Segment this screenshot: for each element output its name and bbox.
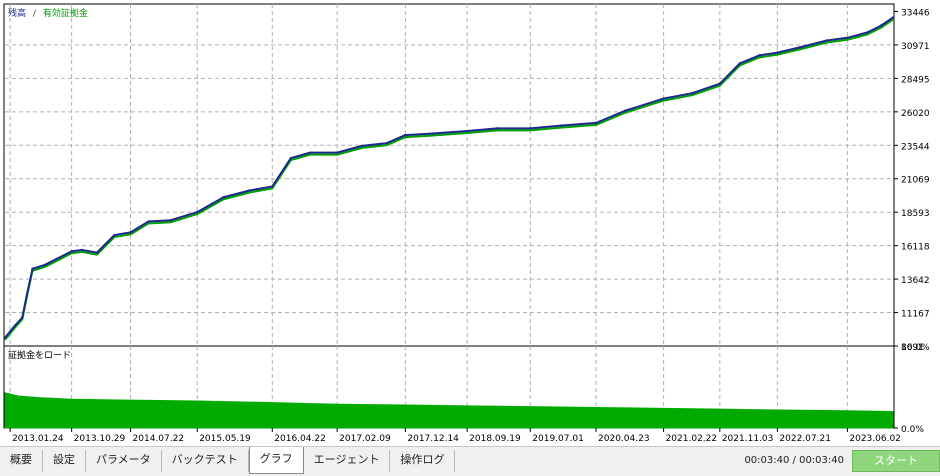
y-tick-label: 33446	[901, 8, 930, 18]
x-tick-label: 2015.05.19	[199, 434, 251, 444]
balance-point	[529, 127, 532, 130]
y-tick-label: 26020	[901, 109, 930, 119]
x-tick-label: 2018.09.19	[469, 434, 521, 444]
balance-point	[559, 124, 562, 127]
load-y-tick-label: 0.0%	[901, 425, 924, 435]
balance-point	[25, 293, 29, 296]
balance-point	[21, 316, 24, 319]
legend: 残高 / 有効証拠金	[8, 7, 88, 19]
legend-balance: 残高	[8, 7, 26, 19]
tab-3[interactable]: バックテスト	[162, 450, 249, 472]
balance-point	[758, 54, 761, 57]
balance-point	[271, 185, 274, 188]
y-tick-label: 28495	[901, 75, 930, 85]
balance-point	[43, 263, 47, 267]
balance-point	[147, 220, 150, 223]
balance-point	[169, 219, 173, 222]
balance-point	[248, 189, 251, 192]
tab-6[interactable]: 操作ログ	[390, 450, 456, 472]
start-button[interactable]: スタート	[852, 450, 940, 472]
balance-point	[31, 267, 34, 271]
balance-point	[718, 82, 722, 85]
load-y-tick-label: 10.0%	[901, 343, 930, 353]
load-chart-title: 証拠金をロード	[8, 349, 71, 361]
y-tick-label: 16118	[901, 243, 930, 253]
x-tick-label: 2013.01.24	[12, 434, 64, 444]
x-tick-label: 2020.04.23	[598, 434, 650, 444]
tab-0[interactable]: 概要	[0, 450, 43, 472]
balance-point	[776, 51, 779, 54]
y-tick-label: 30971	[901, 42, 930, 52]
y-tick-label: 13642	[901, 276, 930, 286]
x-tick-label: 2016.04.22	[274, 434, 326, 444]
tab-4[interactable]: グラフ	[248, 447, 304, 474]
x-tick-label: 2021.11.03	[722, 434, 774, 444]
balance-point	[738, 62, 741, 65]
balance-point	[360, 144, 364, 148]
balance-point	[404, 133, 407, 137]
balance-point	[13, 324, 17, 327]
balance-point	[495, 127, 499, 130]
balance-point	[428, 132, 431, 135]
balance-point	[891, 16, 895, 19]
balance-point	[289, 156, 293, 160]
balance-point	[196, 210, 199, 214]
legend-separator: /	[33, 9, 37, 19]
balance-point	[879, 24, 883, 27]
x-tick-label: 2023.06.02	[849, 434, 901, 444]
balance-point	[799, 46, 802, 49]
balance-point	[825, 39, 828, 42]
balance-point	[385, 141, 388, 145]
legend-equity: 有効証拠金	[43, 7, 88, 19]
balance-point	[690, 91, 694, 95]
balance-point	[662, 97, 665, 100]
x-tick-label: 2022.07.21	[779, 434, 831, 444]
balance-point	[80, 248, 84, 252]
y-tick-label: 21069	[901, 176, 930, 186]
balance-point	[335, 151, 339, 154]
balance-point	[70, 250, 73, 253]
balance-point	[623, 109, 627, 112]
balance-point	[129, 231, 132, 234]
balance-point	[95, 251, 99, 254]
tab-5[interactable]: エージェント	[304, 450, 391, 472]
balance-point	[222, 196, 225, 199]
x-tick-label: 2013.10.29	[74, 434, 126, 444]
x-tick-label: 2017.12.14	[407, 434, 459, 444]
y-tick-label: 18593	[901, 209, 930, 219]
tab-bar: 概要 設定 パラメータ バックテスト グラフ エージェント 操作ログ 00:03:40 / …	[0, 446, 940, 476]
balance-point	[3, 336, 7, 339]
chart-area: 33446 30971 28495 26020 23544 21069 18593 16118…	[0, 0, 940, 446]
balance-point	[866, 31, 869, 34]
timer-readout: 00:03:40 / 00:03:40	[744, 455, 844, 466]
x-tick-label: 2017.02.09	[339, 434, 391, 444]
x-tick-label: 2014.07.22	[133, 434, 185, 444]
balance-point	[308, 151, 312, 154]
balance-point	[465, 129, 469, 133]
tab-1[interactable]: 設定	[43, 450, 86, 472]
tab-2[interactable]: パラメータ	[86, 450, 162, 472]
balance-point	[113, 233, 116, 237]
x-tick-label: 2021.02.22	[666, 434, 718, 444]
x-tick-label: 2019.07.01	[532, 434, 584, 444]
y-tick-label: 11167	[901, 310, 930, 320]
balance-point	[594, 121, 598, 125]
y-tick-label: 23544	[901, 142, 930, 152]
balance-point	[846, 36, 849, 39]
